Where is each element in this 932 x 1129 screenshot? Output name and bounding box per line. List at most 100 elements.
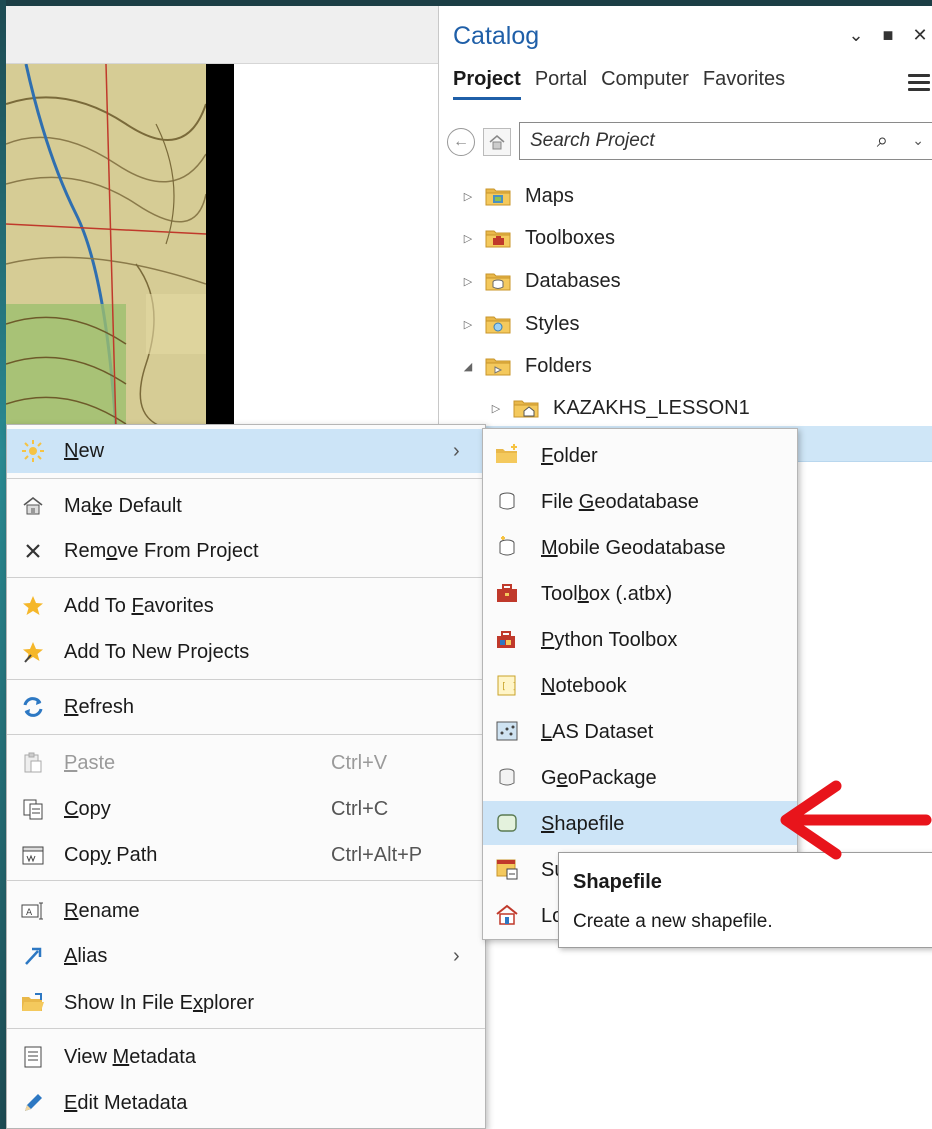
submenu-item-python-toolbox[interactable]: Python Toolbox bbox=[483, 617, 797, 661]
catalog-title: Catalog bbox=[453, 22, 540, 50]
menu-item-new[interactable]: New › bbox=[7, 429, 485, 473]
styles-folder-icon bbox=[485, 313, 511, 335]
maximize-icon[interactable]: ■ bbox=[880, 26, 896, 44]
back-arrow-icon[interactable]: ← bbox=[447, 128, 475, 156]
paste-icon bbox=[21, 751, 45, 775]
star-icon bbox=[21, 594, 45, 618]
submenu-item-shapefile[interactable]: Shapefile bbox=[483, 801, 797, 845]
copy-path-icon bbox=[21, 843, 45, 867]
tab-project[interactable]: Project bbox=[453, 68, 521, 100]
menu-item-remove-from-project[interactable]: Remove From Project bbox=[7, 529, 485, 573]
search-icon[interactable]: ⌕ bbox=[877, 130, 888, 153]
tree-item-toolboxes[interactable]: ▷ Toolboxes bbox=[459, 218, 615, 258]
submenu-item-mobile-geodatabase[interactable]: Mobile Geodatabase bbox=[483, 525, 797, 569]
expand-triangle-right-icon[interactable]: ▷ bbox=[459, 275, 477, 288]
menu-item-edit-metadata[interactable]: Edit Metadata bbox=[7, 1081, 485, 1125]
new-sun-icon bbox=[21, 439, 45, 463]
tree-item-label: KAZAKHS_LESSON1 bbox=[553, 396, 750, 419]
menu-item-refresh[interactable]: Refresh bbox=[7, 685, 485, 729]
menu-item-label: View Metadata bbox=[64, 1045, 196, 1068]
menu-item-alias[interactable]: Alias › bbox=[7, 934, 485, 978]
menu-item-add-to-favorites[interactable]: Add To Favorites bbox=[7, 584, 485, 628]
submenu-item-file-geodatabase[interactable]: File Geodatabase bbox=[483, 479, 797, 523]
submenu-item-notebook[interactable]: [ ] Notebook bbox=[483, 663, 797, 707]
tree-item-label: Databases bbox=[525, 269, 621, 292]
menu-item-label: Rename bbox=[64, 899, 140, 922]
menu-item-label: Edit Metadata bbox=[64, 1091, 188, 1114]
tooltip-body: Create a new shapefile. bbox=[573, 911, 773, 932]
search-box[interactable]: ⌕ ⌄ bbox=[519, 122, 932, 160]
hamburger-menu-icon[interactable] bbox=[908, 74, 930, 95]
notebook-icon: [ ] bbox=[495, 673, 519, 697]
tooltip-title: Shapefile bbox=[573, 871, 662, 893]
home-button[interactable] bbox=[483, 128, 511, 156]
search-input[interactable] bbox=[520, 123, 840, 159]
mobile-geodatabase-icon bbox=[495, 535, 519, 559]
search-options-chevron-icon[interactable]: ⌄ bbox=[912, 132, 924, 149]
context-menu: New › Make Default Remove From Project Add T… bbox=[6, 424, 486, 1129]
expand-triangle-right-icon[interactable]: ▷ bbox=[459, 318, 477, 331]
menu-item-label: Paste bbox=[64, 751, 116, 774]
copy-icon bbox=[21, 797, 45, 821]
menu-item-shortcut: Ctrl+V bbox=[331, 751, 388, 774]
submenu-item-label: Python Toolbox bbox=[541, 629, 678, 651]
edit-pencil-icon bbox=[21, 1091, 45, 1115]
menu-item-shortcut: Ctrl+C bbox=[331, 797, 389, 820]
menu-item-add-to-new-projects[interactable]: Add To New Projects bbox=[7, 630, 485, 674]
expand-triangle-right-icon[interactable]: ▷ bbox=[459, 232, 477, 245]
menu-item-view-metadata[interactable]: View Metadata bbox=[7, 1035, 485, 1079]
menu-item-shortcut: Ctrl+Alt+P bbox=[331, 843, 423, 866]
expand-triangle-right-icon[interactable]: ▷ bbox=[487, 402, 505, 415]
submenu-item-label: Mobile Geodatabase bbox=[541, 537, 726, 559]
menu-item-label: Copy bbox=[64, 797, 111, 820]
new-folder-icon bbox=[495, 443, 519, 467]
tree-item-databases[interactable]: ▷ Databases bbox=[459, 261, 621, 301]
catalog-tabs: Project Portal Computer Favorites bbox=[453, 68, 785, 100]
refresh-icon bbox=[21, 695, 45, 719]
close-icon[interactable]: ✕ bbox=[912, 26, 928, 44]
submenu-item-folder[interactable]: Folder bbox=[483, 433, 797, 477]
home-icon bbox=[21, 494, 45, 518]
databases-folder-icon bbox=[485, 270, 511, 292]
topographic-map-image[interactable] bbox=[6, 64, 206, 430]
menu-separator bbox=[7, 478, 485, 479]
tab-computer[interactable]: Computer bbox=[601, 68, 689, 100]
submenu-item-geopackage[interactable]: GeoPackage bbox=[483, 755, 797, 799]
submenu-item-toolbox-atbx-[interactable]: Toolbox (.atbx) bbox=[483, 571, 797, 615]
expand-triangle-right-icon[interactable]: ▷ bbox=[459, 190, 477, 203]
toolboxes-folder-icon bbox=[485, 227, 511, 249]
locator-icon bbox=[495, 903, 519, 927]
menu-item-copy[interactable]: Copy Ctrl+C bbox=[7, 787, 485, 831]
menu-item-paste[interactable]: Paste Ctrl+V bbox=[7, 741, 485, 785]
pane-options-chevron-icon[interactable]: ⌄ bbox=[848, 26, 864, 44]
tree-item-label: Maps bbox=[525, 184, 574, 207]
menu-item-label: Make Default bbox=[64, 494, 182, 517]
menu-item-label: Alias bbox=[64, 944, 108, 967]
tree-item-folders[interactable]: ◢ Folders bbox=[459, 346, 592, 386]
tree-item-kazakhs-lesson1[interactable]: ▷ KAZAKHS_LESSON1 bbox=[487, 388, 750, 428]
menu-item-label: Remove From Project bbox=[64, 539, 259, 562]
menu-item-rename[interactable]: A Rename bbox=[7, 889, 485, 933]
menu-item-label: Show In File Explorer bbox=[64, 991, 255, 1014]
menu-item-make-default[interactable]: Make Default bbox=[7, 484, 485, 528]
pane-window-controls: ⌄ ■ ✕ bbox=[848, 26, 928, 44]
submenu-item-las-dataset[interactable]: LAS Dataset bbox=[483, 709, 797, 753]
tab-favorites[interactable]: Favorites bbox=[703, 68, 785, 100]
expand-triangle-down-icon[interactable]: ◢ bbox=[459, 360, 477, 373]
tree-item-styles[interactable]: ▷ Styles bbox=[459, 304, 580, 344]
menu-item-label: Copy Path bbox=[64, 843, 158, 866]
home-icon bbox=[489, 135, 505, 150]
menu-item-label: Add To Favorites bbox=[64, 594, 214, 617]
open-folder-icon bbox=[21, 991, 45, 1015]
submenu-item-label: GeoPackage bbox=[541, 767, 657, 789]
shapefile-icon bbox=[495, 811, 519, 835]
tree-item-maps[interactable]: ▷ Maps bbox=[459, 176, 574, 216]
menu-item-show-in-file-explorer[interactable]: Show In File Explorer bbox=[7, 981, 485, 1025]
menu-item-copy-path[interactable]: Copy Path Ctrl+Alt+P bbox=[7, 833, 485, 877]
las-dataset-icon bbox=[495, 719, 519, 743]
menu-item-label: Add To New Projects bbox=[64, 640, 250, 663]
tree-item-label: Styles bbox=[525, 312, 580, 335]
tab-portal[interactable]: Portal bbox=[535, 68, 587, 100]
search-row: ← ⌕ ⌄ bbox=[447, 122, 932, 162]
geopackage-icon bbox=[495, 765, 519, 789]
